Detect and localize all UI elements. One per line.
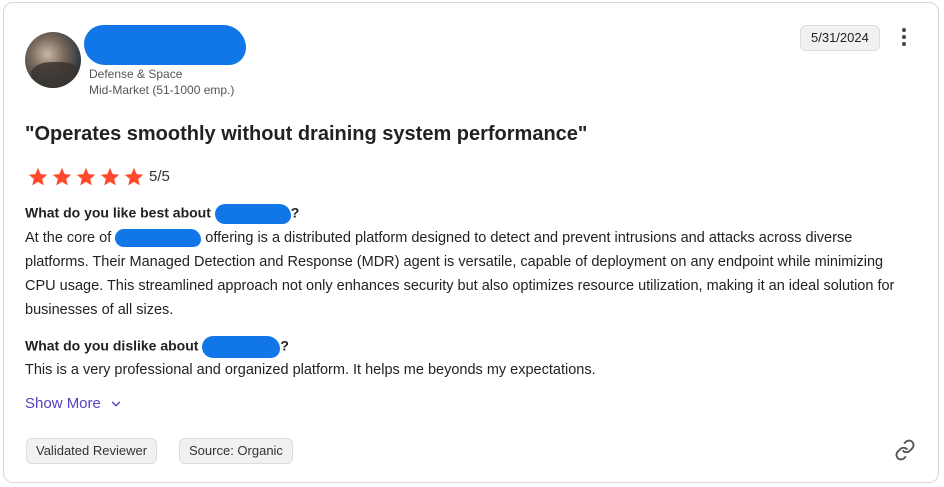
- tag-source: Source: Organic: [179, 438, 293, 464]
- reviewer-industry: Defense & Space: [89, 67, 183, 81]
- review-title: "Operates smoothly without draining syst…: [25, 123, 588, 145]
- redacted-product-name: [214, 204, 291, 224]
- star-icon: [52, 167, 72, 186]
- answer-dislike: This is a very professional and organize…: [25, 362, 596, 378]
- star-rating: [27, 166, 145, 188]
- question-like-best-prefix: What do you like best about: [25, 204, 215, 221]
- rating-text: 5/5: [149, 168, 170, 185]
- star-icon: [76, 167, 96, 186]
- chevron-down-icon: [111, 401, 121, 406]
- star-icon: [124, 167, 144, 186]
- question-like-best: What do you like best about ?: [25, 204, 299, 224]
- redacted-reviewer-name: [84, 25, 246, 65]
- tag-validated-reviewer: Validated Reviewer: [26, 438, 158, 464]
- question-like-best-suffix: ?: [290, 204, 300, 221]
- show-more-button[interactable]: Show More: [25, 395, 123, 412]
- answer-like-best: At the core of offering is a distributed…: [25, 226, 915, 322]
- question-dislike: What do you dislike about ?: [25, 336, 289, 358]
- avatar-shade: [31, 62, 81, 88]
- answer-like-best-part1: At the core of: [25, 230, 116, 246]
- more-vertical-icon[interactable]: [894, 25, 914, 49]
- question-dislike-prefix: What do you dislike about: [25, 337, 203, 354]
- show-more-label: Show More: [25, 395, 101, 412]
- review-card: Defense & Space Mid-Market (51-1000 emp.…: [3, 2, 939, 483]
- star-icon: [100, 167, 120, 186]
- question-dislike-suffix: ?: [280, 337, 289, 354]
- redacted-product-name: [202, 336, 281, 358]
- reviewer-company-size: Mid-Market (51-1000 emp.): [89, 83, 235, 97]
- link-icon[interactable]: [894, 439, 916, 461]
- avatar: [25, 32, 81, 88]
- redacted-product-name: [115, 229, 202, 248]
- star-icon: [28, 167, 48, 186]
- review-date: 5/31/2024: [800, 25, 880, 51]
